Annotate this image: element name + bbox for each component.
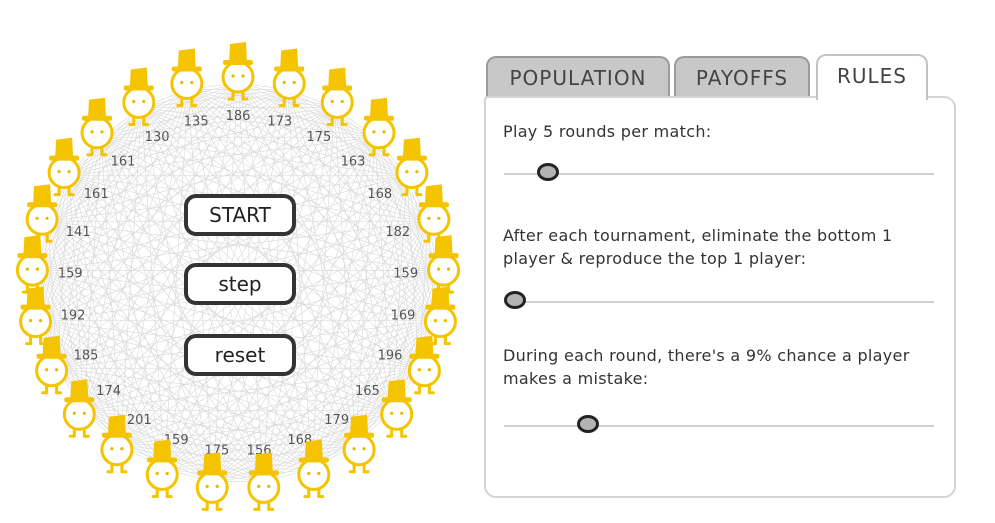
- rules-panel: Play 5 rounds per match: After each tour…: [484, 96, 956, 498]
- mistake-slider[interactable]: [504, 415, 934, 436]
- player-avatar: [170, 48, 204, 107]
- tab-payoffs[interactable]: PAYOFFS: [674, 56, 810, 98]
- elimination-slider[interactable]: [504, 291, 934, 312]
- tab-rules[interactable]: RULES: [816, 54, 928, 100]
- tournament-area: 186 173 175 163 168 182 159 169 196 165 179 168 156 1…: [0, 0, 480, 523]
- rounds-slider[interactable]: [504, 163, 934, 184]
- player-avatar: [380, 379, 414, 438]
- reset-button[interactable]: reset: [184, 334, 296, 376]
- player-score: 182: [385, 225, 410, 240]
- player-avatar: [25, 184, 59, 243]
- player-avatar: [47, 137, 81, 197]
- player-score: 179: [324, 413, 349, 428]
- player-avatar: [62, 379, 96, 438]
- player-score: 159: [393, 267, 418, 282]
- mistake-slider-track: [504, 425, 934, 427]
- mistake-slider-handle[interactable]: [577, 415, 600, 433]
- player-avatar: [417, 184, 451, 243]
- player-score: 163: [341, 155, 366, 170]
- elimination-label: After each tournament, eliminate the bot…: [503, 226, 893, 268]
- player-avatar: [395, 137, 429, 197]
- player-avatar: [80, 97, 114, 157]
- player-score: 174: [96, 384, 121, 399]
- rounds-slider-track: [504, 173, 934, 175]
- player-avatar: [122, 67, 156, 126]
- player-score: 185: [74, 349, 99, 364]
- player-score: 165: [355, 384, 380, 399]
- player-score: 169: [391, 309, 416, 324]
- player-score: 168: [367, 187, 392, 202]
- mistake-label: During each round, there's a 9% chance a…: [503, 346, 910, 388]
- player-avatar: [362, 97, 396, 157]
- rounds-label: Play 5 rounds per match:: [503, 122, 712, 141]
- elimination-slider-handle[interactable]: [504, 291, 526, 309]
- player-score: 175: [306, 130, 331, 145]
- player-score: 173: [267, 114, 292, 129]
- player-score: 161: [84, 187, 109, 202]
- player-score: 161: [111, 155, 136, 170]
- player-score: 141: [66, 225, 91, 240]
- game-stage: 186 173 175 163 168 182 159 169 196 165 179 168 156 1…: [0, 0, 995, 523]
- tournament-network: 186 1731751631681821591691961651791681561…: [15, 42, 461, 511]
- player-score: 192: [61, 309, 86, 324]
- player-score: 135: [184, 114, 209, 129]
- elimination-slider-track: [504, 301, 934, 303]
- start-button[interactable]: START: [184, 194, 296, 236]
- player-score: 196: [378, 349, 403, 364]
- player-score: 186: [226, 109, 251, 124]
- player-score: 159: [58, 267, 83, 282]
- tab-population[interactable]: POPULATION: [486, 56, 670, 98]
- player-score: 130: [145, 130, 170, 145]
- player-avatar: [272, 48, 306, 107]
- player-score: 201: [127, 413, 152, 428]
- step-button[interactable]: step: [184, 263, 296, 305]
- rounds-slider-handle[interactable]: [537, 163, 560, 181]
- settings-panel: POPULATION PAYOFFS RULES Play 5 rounds p…: [484, 52, 959, 502]
- player-avatar: [320, 67, 354, 126]
